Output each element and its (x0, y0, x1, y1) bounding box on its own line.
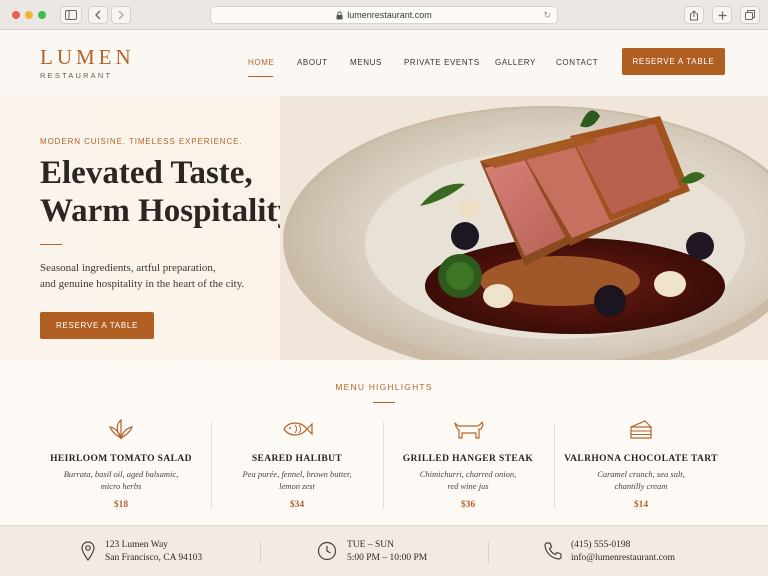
hours-days: TUE – SUN (347, 540, 394, 550)
active-nav-indicator (248, 76, 273, 77)
forward-button[interactable] (111, 6, 131, 24)
share-button[interactable] (684, 6, 704, 24)
reserve-table-button-header[interactable]: RESERVE A TABLE (622, 48, 725, 75)
plus-icon (718, 11, 726, 19)
menu-item-description: Caramel crunch, sea salt, chantilly crea… (556, 468, 726, 492)
menu-item-card[interactable]: GRILLED HANGER STEAK Chimichurri, charre… (383, 418, 553, 510)
hero-title-line2: Warm Hospitality (40, 193, 294, 229)
fish-icon (283, 422, 313, 436)
clock-icon (317, 541, 337, 561)
logo-name: LUMEN (40, 45, 135, 69)
menu-item-desc-line2: lemon zest (279, 481, 315, 491)
sidebar-icon (65, 10, 77, 20)
menu-item-desc-line2: micro herbs (100, 481, 142, 491)
menu-item-desc-line2: red wine jus (447, 481, 489, 491)
menu-item-description: Chimichurri, charred onion, red wine jus (383, 468, 553, 492)
site-header: LUMEN RESTAURANT HOME ABOUT MENUS PRIVAT… (0, 30, 768, 96)
menu-item-name: SEARED HALIBUT (251, 454, 343, 464)
logo[interactable]: LUMEN RESTAURANT (40, 45, 135, 81)
minimize-window-button[interactable] (25, 11, 33, 19)
address-line1: 123 Lumen Way (105, 540, 168, 550)
nav-about[interactable]: ABOUT (297, 58, 328, 67)
hours-time: 5:00 PM – 10:00 PM (347, 553, 428, 563)
tabs-icon (745, 10, 755, 20)
hero-desc-line2: and genuine hospitality in the heart of … (40, 278, 245, 290)
email-address[interactable]: info@lumenrestaurant.com (571, 553, 675, 563)
browser-toolbar: lumenrestaurant.com ↻ (0, 0, 768, 30)
nav-menus[interactable]: MENUS (350, 58, 382, 67)
phone-number[interactable]: (415) 555-0198 (571, 540, 630, 550)
url-text: lumenrestaurant.com (347, 10, 432, 20)
menu-item-card[interactable]: HEIRLOOM TOMATO SALAD Burrata, basil oil… (36, 418, 206, 510)
hero-title: Elevated Taste, Warm Hospitality (40, 154, 300, 230)
reserve-table-button-hero[interactable]: RESERVE A TABLE (40, 312, 154, 339)
nav-home[interactable]: HOME (248, 58, 274, 67)
column-divider (554, 422, 555, 508)
menu-item-card[interactable]: VALRHONA CHOCOLATE TART Caramel crunch, … (556, 418, 726, 510)
phone-icon (544, 542, 562, 560)
opening-hours: TUE – SUN 5:00 PM – 10:00 PM (347, 539, 427, 565)
info-divider (260, 542, 261, 564)
menu-highlights-title: MENU HIGHLIGHTS (335, 382, 433, 392)
address[interactable]: 123 Lumen Way San Francisco, CA 94103 (105, 539, 202, 565)
nav-private-events[interactable]: PRIVATE EVENTS (404, 58, 480, 67)
menu-item-price: $34 (289, 500, 305, 510)
sidebar-toggle-button[interactable] (60, 6, 82, 24)
menu-highlights-divider (373, 402, 395, 403)
menu-item-desc-line1: Caramel crunch, sea salt, (597, 469, 685, 479)
contact-info: (415) 555-0198 info@lumenrestaurant.com (571, 539, 675, 565)
maximize-window-button[interactable] (38, 11, 46, 19)
hero-dish-image (280, 96, 768, 360)
logo-subtitle: RESTAURANT (40, 71, 113, 80)
chevron-left-icon (95, 10, 101, 20)
address-bar[interactable]: lumenrestaurant.com ↻ (210, 6, 558, 24)
menu-item-name: HEIRLOOM TOMATO SALAD (50, 454, 192, 464)
cake-icon (630, 420, 652, 439)
menu-item-card[interactable]: SEARED HALIBUT Pea purée, fennel, brown … (212, 418, 382, 510)
menu-highlights-section: MENU HIGHLIGHTS HEIRLOOM TOMATO SALAD Bu… (0, 360, 768, 525)
leaf-icon (109, 418, 133, 440)
back-button[interactable] (88, 6, 108, 24)
menu-item-price: $36 (460, 500, 476, 510)
reload-icon[interactable]: ↻ (543, 10, 551, 21)
nav-contact[interactable]: CONTACT (556, 58, 598, 67)
close-window-button[interactable] (12, 11, 20, 19)
hero-section: MODERN CUISINE. TIMELESS EXPERIENCE. Ele… (0, 96, 768, 360)
share-icon (690, 9, 698, 20)
menu-item-price: $18 (113, 500, 129, 510)
menu-item-description: Burrata, basil oil, aged balsamic, micro… (36, 468, 206, 492)
info-bar: 123 Lumen Way San Francisco, CA 94103 TU… (0, 525, 768, 576)
hero-tagline: MODERN CUISINE. TIMELESS EXPERIENCE. (40, 137, 243, 146)
menu-item-desc-line1: Burrata, basil oil, aged balsamic, (63, 469, 179, 479)
nav-gallery[interactable]: GALLERY (495, 58, 536, 67)
menu-item-name: GRILLED HANGER STEAK (402, 454, 534, 464)
hero-divider (40, 244, 62, 245)
menu-item-desc-line1: Pea purée, fennel, brown butter, (242, 469, 352, 479)
address-line2: San Francisco, CA 94103 (105, 553, 203, 563)
cow-icon (454, 421, 484, 439)
menu-item-description: Pea purée, fennel, brown butter, lemon z… (212, 468, 382, 492)
tab-overview-button[interactable] (740, 6, 760, 24)
menu-item-name: VALRHONA CHOCOLATE TART (564, 454, 718, 464)
lock-icon (336, 10, 343, 19)
hero-title-line1: Elevated Taste, (40, 155, 253, 191)
info-divider (488, 542, 489, 564)
location-pin-icon (81, 541, 95, 561)
menu-item-desc-line1: Chimichurri, charred onion, (419, 469, 517, 479)
menu-item-price: $14 (633, 500, 649, 510)
hero-description: Seasonal ingredients, artful preparation… (40, 260, 280, 292)
hero-desc-line1: Seasonal ingredients, artful preparation… (40, 262, 216, 274)
chevron-right-icon (118, 10, 124, 20)
menu-item-desc-line2: chantilly cream (614, 481, 668, 491)
new-tab-button[interactable] (712, 6, 732, 24)
